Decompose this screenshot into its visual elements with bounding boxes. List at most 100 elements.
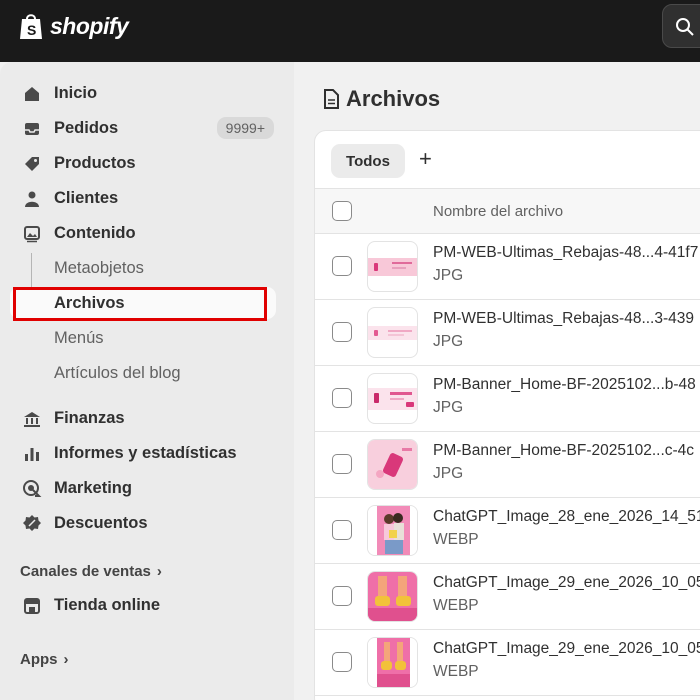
- sidebar-item-label: Descuentos: [54, 513, 148, 532]
- file-thumbnail[interactable]: [367, 571, 418, 622]
- row-checkbox[interactable]: [332, 586, 352, 606]
- file-name[interactable]: ChatGPT_Image_29_ene_2026_10_05_: [433, 574, 700, 592]
- file-thumbnail[interactable]: [367, 241, 418, 292]
- file-name[interactable]: ChatGPT_Image_29_ene_2026_10_05_: [433, 640, 700, 658]
- page-title: Archivos: [346, 86, 441, 111]
- sidebar-item-descuentos[interactable]: Descuentos: [10, 507, 276, 539]
- sidebar-item-label: Inicio: [54, 83, 98, 102]
- feet-photo-thumbnail: [368, 638, 417, 687]
- file-thumbnail[interactable]: [367, 637, 418, 688]
- top-bar: S shopify: [0, 0, 700, 62]
- file-name[interactable]: ChatGPT_Image_28_ene_2026_14_51_: [433, 508, 700, 526]
- table-row[interactable]: ChatGPT_Image_29_ene_2026_10_05_ WEBP: [315, 630, 700, 696]
- file-name[interactable]: PM-WEB-Ultimas_Rebajas-48...3-439: [433, 310, 694, 328]
- add-view-button[interactable]: +: [419, 147, 432, 171]
- file-type: JPG: [433, 465, 464, 482]
- discount-icon: [23, 515, 41, 531]
- svg-text:S: S: [27, 22, 36, 38]
- table-row[interactable]: PM-Banner_Home-BF-2025102...b-48 JPG: [315, 366, 700, 432]
- banner-thumbnail-image: [368, 388, 417, 410]
- table-row[interactable]: ChatGPT_Image_29_ene_2026_10_05_ WEBP: [315, 564, 700, 630]
- tab-todos[interactable]: Todos: [331, 144, 405, 178]
- apps-header[interactable]: Apps ›: [20, 651, 69, 668]
- feet-photo-thumbnail: [368, 572, 417, 621]
- file-type: JPG: [433, 333, 464, 350]
- table-row[interactable]: PM-WEB-Ultimas_Rebajas-48...4-41f7 JPG: [315, 234, 700, 300]
- row-checkbox[interactable]: [332, 454, 352, 474]
- file-thumbnail[interactable]: [367, 439, 418, 490]
- row-checkbox[interactable]: [332, 520, 352, 540]
- file-thumbnail[interactable]: [367, 307, 418, 358]
- table-header: Nombre del archivo: [315, 188, 700, 234]
- shopify-logo[interactable]: S shopify: [18, 11, 129, 41]
- sidebar-item-label: Finanzas: [54, 408, 125, 427]
- column-header-filename[interactable]: Nombre del archivo: [433, 203, 563, 220]
- image-icon: [24, 226, 40, 243]
- sidebar-item-label: Tienda online: [54, 595, 161, 614]
- file-name[interactable]: PM-Banner_Home-BF-2025102...c-4c: [433, 442, 694, 460]
- sidebar-item-label: Marketing: [54, 478, 132, 497]
- search-button[interactable]: [662, 4, 700, 48]
- sidebar-item-contenido[interactable]: Contenido: [10, 217, 276, 249]
- search-icon: [676, 18, 694, 36]
- highlight-box: [13, 287, 267, 321]
- table-row[interactable]: PM-Banner_Home-BF-2025102...c-4c JPG: [315, 432, 700, 498]
- sales-channels-header[interactable]: Canales de ventas ›: [20, 563, 162, 580]
- table-row[interactable]: PM-WEB-Ultimas_Rebajas-48...3-439 JPG: [315, 300, 700, 366]
- table-row[interactable]: ChatGPT_Image_28_ene_2026_14_51_ WEBP: [315, 498, 700, 564]
- home-icon: [25, 87, 39, 101]
- file-icon: [324, 89, 339, 109]
- row-checkbox[interactable]: [332, 388, 352, 408]
- row-checkbox[interactable]: [332, 652, 352, 672]
- files-card: Todos + Nombre del archivo PM-WEB-Ultima…: [314, 130, 700, 700]
- sidebar-nav: Inicio Pedidos 9999+ Productos Clientes …: [0, 62, 294, 700]
- file-type: JPG: [433, 267, 464, 284]
- sidebar-item-metaobjetos[interactable]: Metaobjetos: [10, 252, 276, 284]
- brand-name: shopify: [50, 12, 129, 39]
- sales-channels-label: Canales de ventas: [20, 563, 151, 580]
- sidebar-item-label: Informes y estadísticas: [54, 443, 237, 462]
- person-icon: [25, 191, 39, 207]
- chart-bars-icon: [25, 448, 39, 461]
- couple-photo-thumbnail: [368, 506, 417, 555]
- sidebar-item-label: Artículos del blog: [54, 363, 181, 382]
- bank-icon: [24, 412, 40, 427]
- file-thumbnail[interactable]: [367, 373, 418, 424]
- file-type: WEBP: [433, 597, 479, 614]
- file-type: WEBP: [433, 663, 479, 680]
- chevron-right-icon: ›: [63, 651, 69, 668]
- sidebar-item-finanzas[interactable]: Finanzas: [10, 402, 276, 434]
- sidebar-item-articulos-blog[interactable]: Artículos del blog: [10, 357, 276, 389]
- row-checkbox[interactable]: [332, 322, 352, 342]
- sidebar-item-clientes[interactable]: Clientes: [10, 182, 276, 214]
- apps-label: Apps: [20, 651, 58, 668]
- row-checkbox[interactable]: [332, 256, 352, 276]
- file-type: WEBP: [433, 531, 479, 548]
- sidebar-item-label: Menús: [54, 328, 104, 347]
- orders-count-badge: 9999+: [216, 117, 274, 139]
- banner-thumbnail-image: [368, 326, 417, 340]
- sidebar-item-productos[interactable]: Productos: [10, 147, 276, 179]
- file-type: JPG: [433, 399, 464, 416]
- sidebar-item-marketing[interactable]: Marketing: [10, 472, 276, 504]
- shopping-bag-icon: S: [20, 14, 42, 39]
- sidebar-item-tienda-online[interactable]: Tienda online: [10, 589, 276, 621]
- tag-icon: [25, 157, 39, 171]
- sidebar-item-label: Contenido: [54, 223, 136, 242]
- sidebar-item-label: Pedidos: [54, 118, 119, 137]
- sidebar-item-label: Clientes: [54, 188, 119, 207]
- file-name[interactable]: PM-WEB-Ultimas_Rebajas-48...4-41f7: [433, 244, 698, 262]
- store-icon: [24, 598, 40, 614]
- sidebar-item-label: Metaobjetos: [54, 258, 144, 277]
- sidebar-item-informes[interactable]: Informes y estadísticas: [10, 437, 276, 469]
- file-name[interactable]: PM-Banner_Home-BF-2025102...b-48: [433, 376, 696, 394]
- file-thumbnail[interactable]: [367, 505, 418, 556]
- chevron-right-icon: ›: [156, 563, 162, 580]
- sidebar-item-inicio[interactable]: Inicio: [10, 77, 276, 109]
- sidebar-item-menus[interactable]: Menús: [10, 322, 276, 354]
- select-all-checkbox[interactable]: [332, 201, 352, 221]
- page-header: Archivos: [322, 86, 440, 112]
- sidebar-item-pedidos[interactable]: Pedidos 9999+: [10, 112, 276, 144]
- inbox-icon: [25, 123, 39, 135]
- target-icon: [23, 480, 42, 497]
